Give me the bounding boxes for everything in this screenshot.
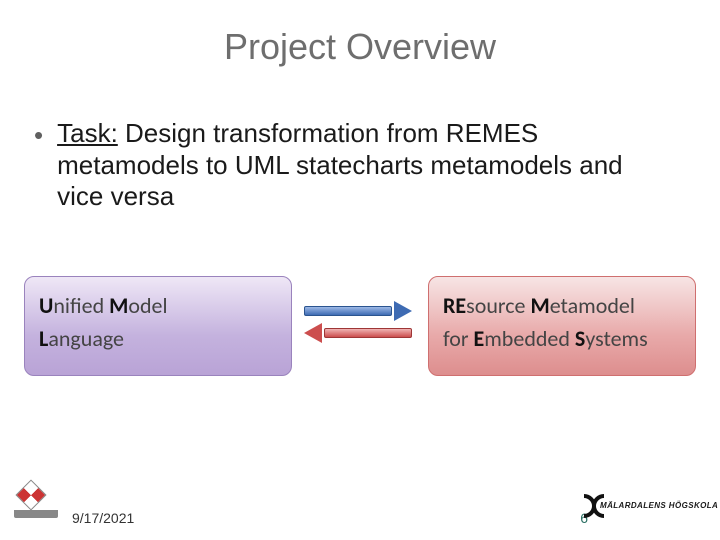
remes-re: RE xyxy=(443,292,466,319)
arrow-right-icon xyxy=(304,302,412,320)
arrows xyxy=(304,298,416,354)
remes-s: S xyxy=(575,325,585,352)
remes-e: E xyxy=(474,325,485,352)
bullet-dot: • xyxy=(34,120,43,152)
uml-line2: Language xyxy=(39,322,277,355)
remes-r2: etamodel xyxy=(550,292,635,319)
uml-r2: odel xyxy=(128,292,167,319)
remes-line2: for Embedded Systems xyxy=(443,322,681,355)
task-text: Design transformation from REMES metamod… xyxy=(57,118,623,211)
remes-m: M xyxy=(530,292,549,319)
uml-line1: Unified Model xyxy=(39,289,277,322)
uml-r3: anguage xyxy=(48,325,124,352)
arrow-left-icon xyxy=(304,324,412,342)
footer: 9/17/2021 6 MÄLARDALENS HÖGSKOLA xyxy=(0,490,720,526)
remes-for: for xyxy=(443,325,474,352)
remes-r1: source xyxy=(466,292,530,319)
uml-box: Unified Model Language xyxy=(24,276,292,376)
bullet-item: • Task: Design transformation from REMES… xyxy=(34,118,674,213)
slide: Project Overview • Task: Design transfor… xyxy=(0,0,720,540)
malardalens-text: MÄLARDALENS HÖGSKOLA xyxy=(600,501,718,510)
uml-r: nified xyxy=(53,292,109,319)
remes-r4: ystems xyxy=(585,325,647,352)
diagram: Unified Model Language REsource Metamode… xyxy=(24,276,696,396)
body-text: • Task: Design transformation from REMES… xyxy=(34,118,674,213)
remes-line1: REsource Metamodel xyxy=(443,289,681,322)
task-label: Task: xyxy=(57,118,118,148)
bullet-text: Task: Design transformation from REMES m… xyxy=(57,118,674,213)
footer-date: 9/17/2021 xyxy=(72,510,134,526)
malardalens-logo: MÄLARDALENS HÖGSKOLA xyxy=(594,490,704,520)
fer-logo xyxy=(14,484,58,518)
uml-l: L xyxy=(39,325,48,352)
diamond-icon xyxy=(15,479,46,510)
uml-u: U xyxy=(39,292,53,319)
remes-r3: mbedded xyxy=(484,325,575,352)
logo-bar xyxy=(14,510,58,518)
page-title: Project Overview xyxy=(0,26,720,68)
uml-m: M xyxy=(109,292,128,319)
remes-box: REsource Metamodel for Embedded Systems xyxy=(428,276,696,376)
